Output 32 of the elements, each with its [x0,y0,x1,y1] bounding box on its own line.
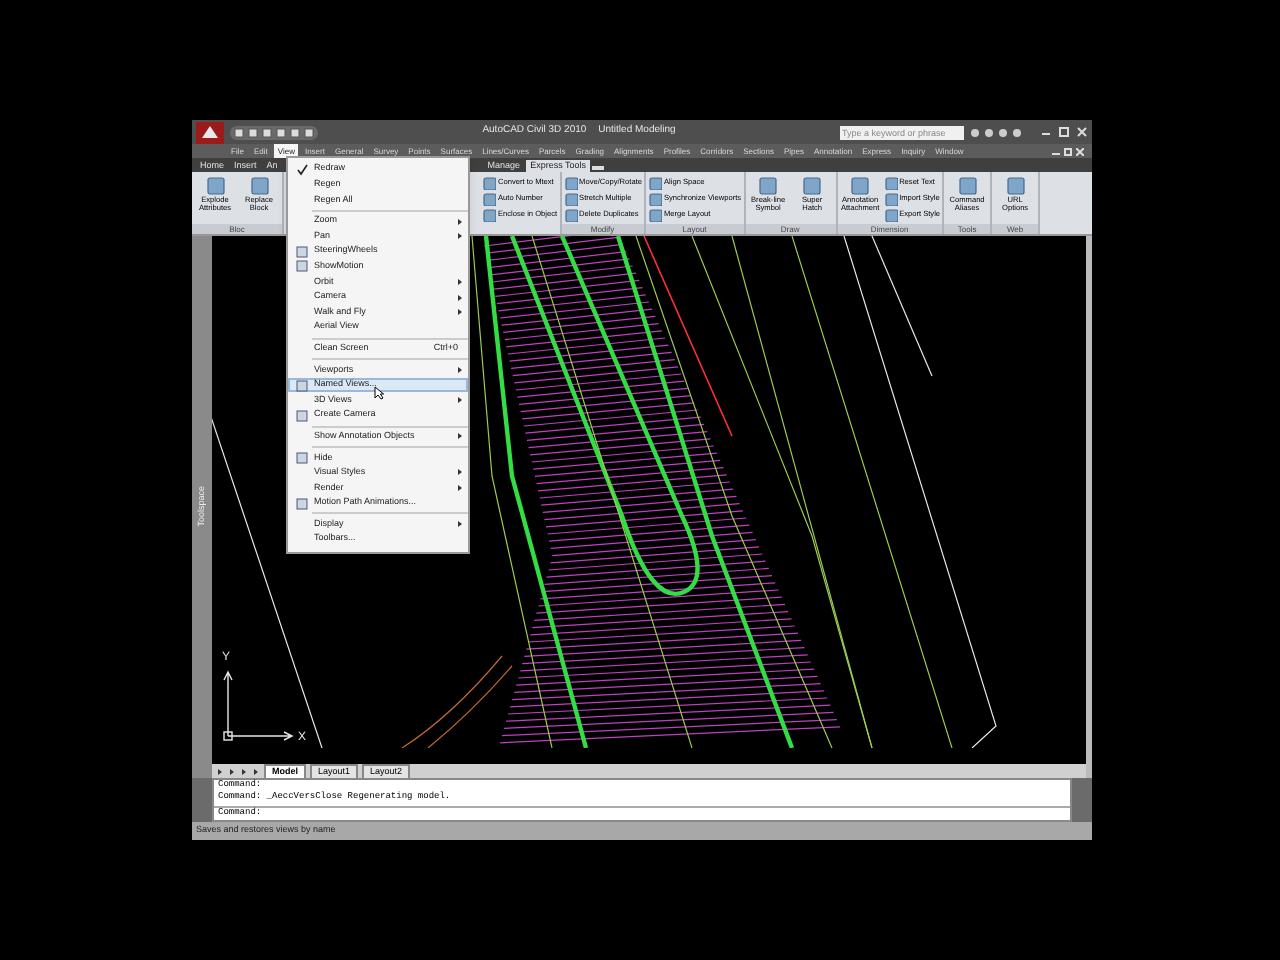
toolbar-square-icon[interactable] [290,127,300,137]
check-icon [296,163,308,176]
app-logo-icon[interactable] [196,121,224,143]
toolbar-square-icon[interactable] [248,127,258,137]
toolbar-square-icon[interactable] [234,127,244,137]
circle-icon[interactable] [984,127,994,137]
tool-square-icon [802,176,823,196]
tool-square-icon [1005,176,1026,196]
square-icon [296,497,308,510]
restore-icon[interactable] [1064,148,1072,156]
toolbar-square-icon[interactable] [276,127,286,137]
square-icon [296,451,308,464]
close-icon[interactable] [1076,126,1088,138]
circle-icon[interactable] [970,127,980,137]
toolbar-square-icon[interactable] [304,127,314,137]
tool-square-icon [758,176,779,196]
close-icon[interactable] [1076,148,1084,156]
tool-square-icon [850,176,871,196]
tool-square-icon [249,176,269,196]
toolbar-square-icon[interactable] [262,127,272,137]
tab-options-icon[interactable] [592,164,604,172]
maximize-icon[interactable] [1058,126,1070,138]
circle-icon[interactable] [1012,127,1022,137]
square-icon [296,379,308,392]
mouse-pointer-icon [374,385,384,400]
tool-square-icon [957,176,978,196]
ucs-axes-icon [223,670,294,741]
minimize-icon[interactable] [1052,148,1060,156]
tool-square-icon [205,176,225,196]
square-icon [296,409,308,422]
pipe-line [401,655,513,748]
circle-icon[interactable] [998,127,1008,137]
